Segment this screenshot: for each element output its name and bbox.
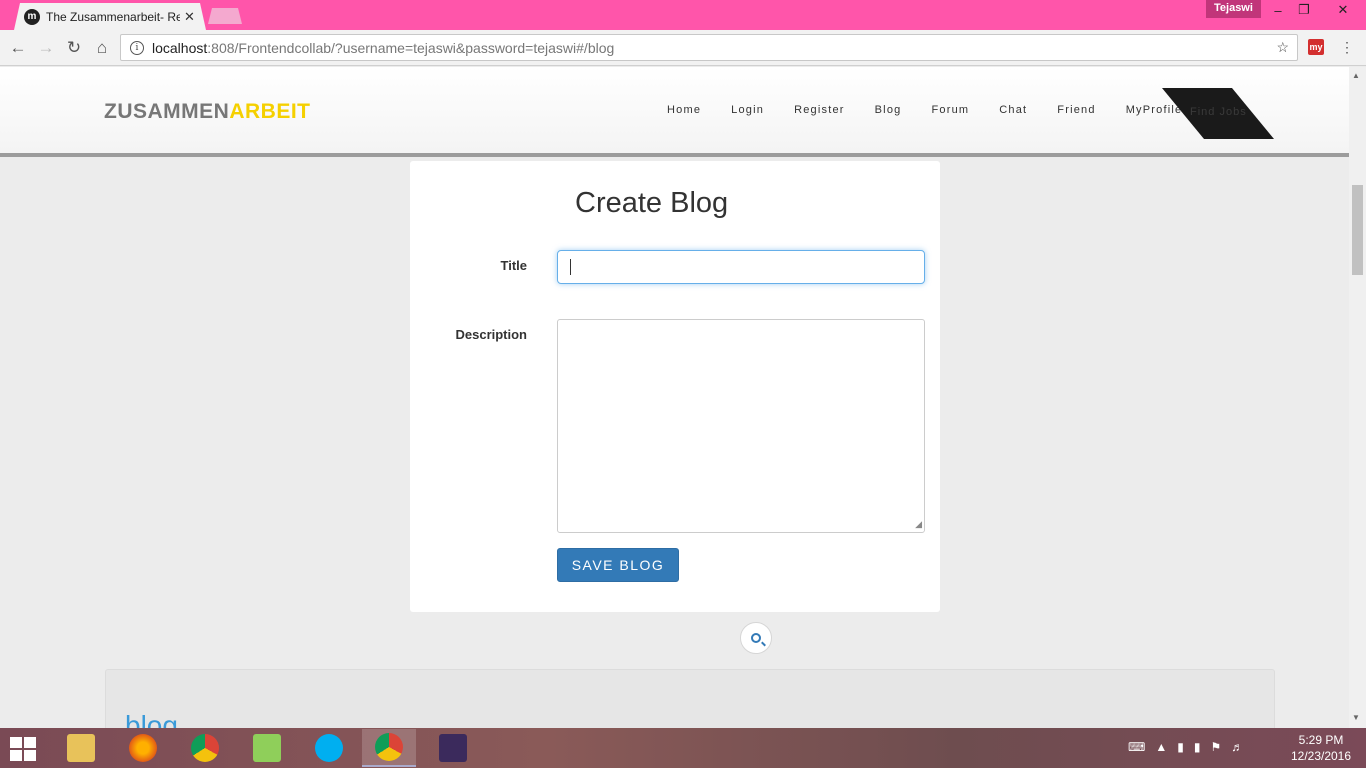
nav-login[interactable]: Login	[731, 104, 764, 116]
clock-date: 12/23/2016	[1290, 749, 1352, 763]
nav-register[interactable]: Register	[794, 104, 845, 116]
chrome-active-icon[interactable]	[362, 729, 416, 767]
browser-menu-icon[interactable]: ⋮	[1340, 39, 1354, 56]
volume-icon[interactable]: ♬	[1231, 740, 1243, 754]
text-caret	[570, 259, 571, 275]
site-favicon-icon: m	[24, 8, 40, 25]
firefox-icon[interactable]	[116, 729, 170, 767]
brand-part1: ZUSAMMEN	[104, 100, 230, 123]
nav-home[interactable]: Home	[667, 104, 701, 116]
chrome-icon[interactable]	[178, 729, 232, 767]
tray-expand-icon[interactable]: ▲	[1155, 740, 1167, 754]
title-label: Title	[500, 258, 528, 273]
battery-icon[interactable]: ▮	[1177, 740, 1184, 754]
skype-icon[interactable]	[302, 729, 356, 767]
title-input[interactable]	[557, 250, 925, 284]
tab-close-icon[interactable]: ✕	[184, 9, 195, 25]
notepad-plus-plus-icon[interactable]	[240, 729, 294, 767]
resize-grip-icon[interactable]: ◢	[915, 519, 922, 530]
blog-list-panel: blog	[105, 669, 1275, 728]
new-tab-button[interactable]	[208, 8, 242, 24]
nav-myprofile[interactable]: MyProfile	[1126, 104, 1183, 116]
keyboard-icon[interactable]: ⌨	[1128, 740, 1145, 754]
clock-time: 5:29 PM	[1298, 733, 1344, 747]
scroll-thumb[interactable]	[1352, 185, 1363, 275]
browser-toolbar: ← → ↻ ⌂ i localhost:808/Frontendcollab/?…	[0, 30, 1366, 66]
search-icon	[751, 633, 761, 643]
description-textarea[interactable]: ◢	[557, 319, 925, 533]
system-tray: ⌨ ▲ ▮ ▮ ⚑ ♬	[1128, 740, 1253, 754]
search-button[interactable]	[740, 622, 772, 654]
java-ee-ide-icon[interactable]	[426, 729, 480, 767]
forward-arrow-icon[interactable]: →	[34, 36, 58, 60]
browser-titlebar: m The Zusammenarbeit- Re ✕ Tejaswi – ❐ ✕	[0, 0, 1366, 30]
brand-part2: ARBEIT	[229, 100, 311, 123]
close-window-button[interactable]: ✕	[1320, 0, 1366, 20]
nav-forum[interactable]: Forum	[931, 104, 969, 116]
back-arrow-icon[interactable]: ←	[6, 36, 30, 60]
tab-title: The Zusammenarbeit- Re	[46, 9, 180, 24]
scroll-up-icon[interactable]: ▲	[1352, 71, 1360, 80]
action-center-flag-icon[interactable]: ⚑	[1210, 740, 1221, 754]
site-header: ZUSAMMENARBEIT Home Login Register Blog …	[0, 67, 1349, 157]
blog-section-heading: blog	[125, 710, 178, 728]
find-jobs-label: Find Jobs	[1190, 106, 1247, 118]
page-viewport: ZUSAMMENARBEIT Home Login Register Blog …	[0, 67, 1349, 728]
create-blog-card: Create Blog Title Description ◢ SAVE BLO…	[410, 161, 940, 612]
reload-icon[interactable]: ↻	[62, 36, 86, 60]
nav-blog[interactable]: Blog	[875, 104, 902, 116]
browser-tab[interactable]: m The Zusammenarbeit- Re ✕	[14, 3, 206, 30]
windows-start-icon[interactable]	[10, 737, 38, 761]
bookmark-star-icon[interactable]: ☆	[1276, 39, 1289, 56]
site-logo[interactable]: ZUSAMMENARBEIT	[104, 100, 311, 124]
restore-button[interactable]: ❐	[1291, 0, 1317, 20]
system-clock[interactable]: 5:29 PM 12/23/2016	[1290, 732, 1352, 764]
address-bar[interactable]: i localhost:808/Frontendcollab/?username…	[120, 34, 1298, 61]
nav-chat[interactable]: Chat	[999, 104, 1027, 116]
profile-badge[interactable]: Tejaswi	[1206, 0, 1261, 18]
url-host: localhost	[152, 39, 208, 56]
main-nav: Home Login Register Blog Forum Chat Frie…	[652, 104, 1197, 116]
minimize-button[interactable]: –	[1265, 0, 1291, 20]
save-blog-button[interactable]: SAVE BLOG	[557, 548, 679, 582]
network-icon[interactable]: ▮	[1194, 740, 1201, 754]
page-title: Create Blog	[575, 187, 729, 219]
url-path: :808/Frontendcollab/?username=tejaswi&pa…	[207, 39, 615, 56]
scroll-down-icon[interactable]: ▼	[1352, 713, 1360, 722]
extension-icon[interactable]: my	[1308, 39, 1324, 55]
file-explorer-icon[interactable]	[54, 729, 108, 767]
windows-taskbar: ⌨ ▲ ▮ ▮ ⚑ ♬ 5:29 PM 12/23/2016	[0, 728, 1366, 768]
site-info-icon[interactable]: i	[130, 40, 144, 55]
page-scrollbar[interactable]: ▲ ▼	[1349, 67, 1366, 728]
description-label: Description	[455, 327, 527, 342]
home-icon[interactable]: ⌂	[90, 36, 114, 60]
nav-friend[interactable]: Friend	[1057, 104, 1095, 116]
